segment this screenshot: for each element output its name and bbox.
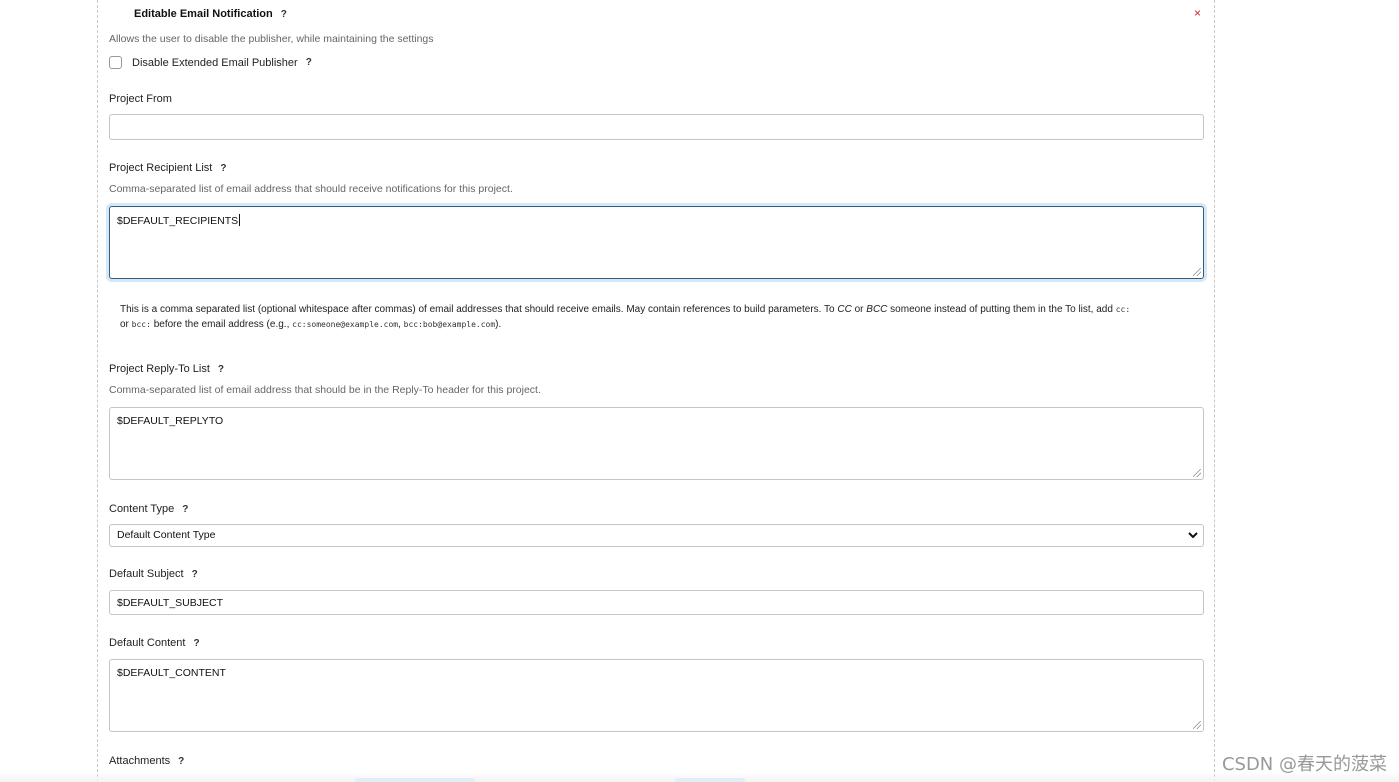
default-subject-label: Default Subject? — [109, 568, 198, 580]
text-caret — [239, 214, 241, 226]
content-type-select[interactable]: Default Content Type — [109, 524, 1204, 547]
resize-handle-icon[interactable] — [1193, 469, 1201, 477]
recipient-list-textarea[interactable]: $DEFAULT_RECIPIENTS — [109, 206, 1204, 279]
help-icon[interactable]: ? — [182, 504, 188, 515]
bottom-button-edge — [675, 778, 745, 782]
disable-publisher-row: Disable Extended Email Publisher ? — [109, 56, 312, 69]
recipient-list-description: Comma-separated list of email address th… — [109, 183, 513, 195]
help-icon[interactable]: ? — [192, 569, 198, 580]
email-notification-panel: Editable Email Notification? × Allows th… — [97, 0, 1215, 782]
close-icon[interactable]: × — [1194, 6, 1201, 20]
replyto-list-textarea[interactable]: $DEFAULT_REPLYTO — [109, 407, 1204, 480]
disable-publisher-checkbox[interactable] — [109, 56, 122, 69]
attachments-label: Attachments? — [109, 755, 185, 767]
help-icon[interactable]: ? — [306, 57, 312, 68]
help-icon[interactable]: ? — [193, 638, 199, 649]
recipient-list-help-text: This is a comma separated list (optional… — [120, 304, 1131, 330]
project-from-label: Project From — [109, 93, 172, 105]
replyto-list-label: Project Reply-To List? — [109, 363, 224, 375]
default-subject-input[interactable]: $DEFAULT_SUBJECT — [109, 590, 1204, 615]
resize-handle-icon[interactable] — [1193, 268, 1201, 276]
help-icon[interactable]: ? — [220, 163, 226, 174]
default-content-textarea[interactable]: $DEFAULT_CONTENT — [109, 659, 1204, 732]
replyto-list-description: Comma-separated list of email address th… — [109, 384, 541, 396]
disable-publisher-label[interactable]: Disable Extended Email Publisher — [132, 57, 298, 69]
help-icon[interactable]: ? — [218, 364, 224, 375]
default-content-label: Default Content? — [109, 637, 200, 649]
help-icon[interactable]: ? — [178, 756, 184, 767]
help-icon[interactable]: ? — [281, 9, 287, 20]
recipient-list-label: Project Recipient List? — [109, 162, 227, 174]
chevron-down-icon — [1188, 527, 1198, 546]
resize-handle-icon[interactable] — [1193, 721, 1201, 729]
bottom-button-edge — [355, 778, 475, 782]
content-type-label: Content Type? — [109, 503, 189, 515]
publisher-description: Allows the user to disable the publisher… — [109, 33, 434, 45]
project-from-input[interactable] — [109, 114, 1204, 140]
watermark: CSDN @春天的菠菜 — [1221, 754, 1387, 775]
section-title: Editable Email Notification? — [134, 8, 287, 20]
